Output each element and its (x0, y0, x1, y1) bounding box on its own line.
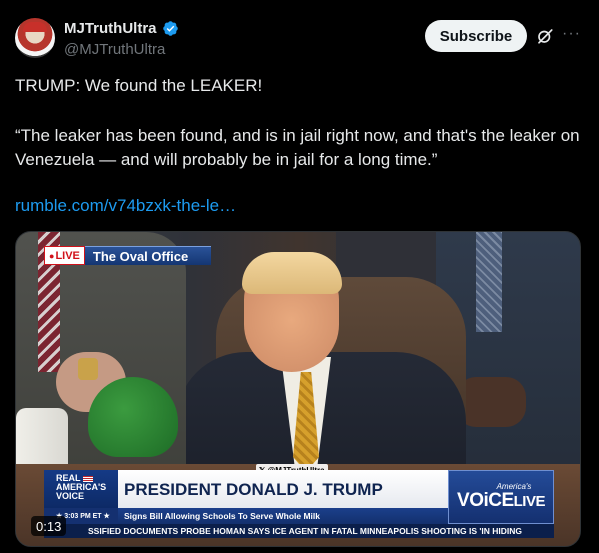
live-dot-icon: ● (49, 250, 55, 261)
post-header: MJTruthUltra @MJTruthUltra Subscribe ··· (0, 0, 599, 70)
news-ticker: SSIFIED DOCUMENTS PROBE HOMAN SAYS ICE A… (44, 524, 554, 538)
brand-voice-text: VOiCE (457, 490, 514, 511)
live-label: LIVE (55, 249, 80, 262)
video-timecode: 0:13 (31, 516, 67, 536)
right-person-hands (456, 377, 526, 427)
chyron-subheadline: Signs Bill Allowing Schools To Serve Who… (118, 508, 448, 524)
location-title: The Oval Office (84, 246, 211, 265)
brand-logo: America's VOiCELIVE (448, 470, 554, 524)
verified-badge-icon (162, 21, 178, 36)
post-link[interactable]: rumble.com/v74bzxk-the-le… (15, 196, 236, 216)
right-person-tie (476, 232, 502, 332)
post-headline: TRUMP: We found the LEAKER! (15, 76, 263, 95)
brand-live-text: LIVE (513, 493, 546, 510)
chyron-headline: PRESIDENT DONALD J. TRUMP (118, 470, 448, 508)
wristwatch (78, 358, 98, 380)
more-icon[interactable]: ··· (562, 26, 580, 45)
live-banner: ● LIVE The Oval Office (44, 246, 211, 265)
grok-icon[interactable] (536, 27, 554, 45)
lower-third: REAL AMERICA'S VOICE PRESIDENT DONALD J.… (44, 470, 554, 538)
post-quote: “The leaker has been found, and is in ja… (15, 126, 580, 169)
brand-big-text: VOiCELIVE (457, 491, 545, 512)
author-display-name[interactable]: MJTruthUltra (64, 20, 157, 37)
video-player[interactable]: ● LIVE The Oval Office 𝕏 @MJTruthUltra R… (15, 231, 581, 547)
chyron-time-text: 3:03 PM ET (64, 513, 102, 520)
flag-icon (82, 475, 93, 482)
network-logo: REAL AMERICA'S VOICE (44, 470, 118, 508)
subscribe-button[interactable]: Subscribe (425, 20, 527, 52)
network-logo-line3: VOICE (56, 491, 85, 501)
author-handle[interactable]: @MJTruthUltra (64, 41, 165, 58)
author-name-row[interactable]: MJTruthUltra (64, 20, 179, 37)
green-cap (88, 377, 178, 457)
live-badge: ● LIVE (44, 246, 85, 265)
avatar[interactable] (15, 18, 55, 58)
speaker-hair (242, 252, 342, 294)
